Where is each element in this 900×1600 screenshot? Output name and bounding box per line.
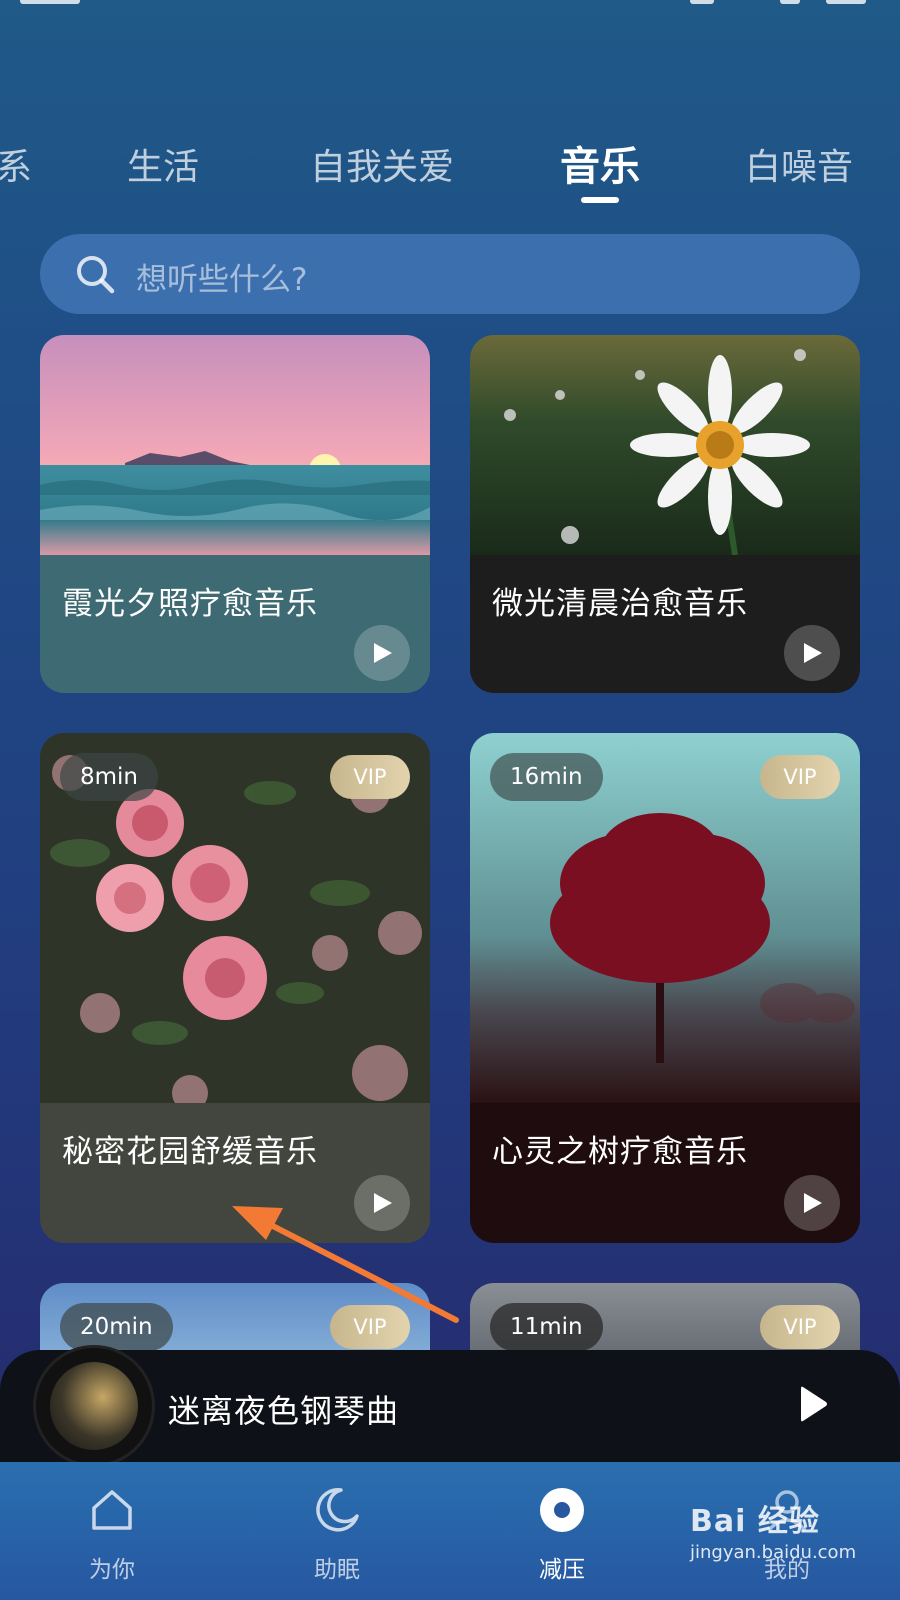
- play-icon: [804, 1193, 822, 1213]
- play-button[interactable]: [784, 625, 840, 681]
- moon-icon: [316, 1488, 359, 1532]
- clock-fragment: [20, 0, 80, 4]
- album-disc: [36, 1348, 152, 1464]
- tab-self-care[interactable]: 自我关爱: [310, 138, 454, 190]
- card-heart-tree-music[interactable]: 心灵之树疗愈音乐 16min VIP: [470, 733, 860, 1243]
- play-button[interactable]: [354, 625, 410, 681]
- play-icon: [374, 1193, 392, 1213]
- active-tab-indicator: [581, 197, 619, 203]
- mini-player[interactable]: 迷离夜色钢琴曲: [0, 1348, 900, 1464]
- duration-badge: 11min: [490, 1303, 603, 1351]
- card-info: 秘密花园舒缓音乐: [40, 1103, 430, 1243]
- baidu-watermark: Bai 经验 jingyan.baidu.com: [690, 1496, 856, 1563]
- tab-life[interactable]: 生活: [127, 138, 199, 190]
- search-icon: [77, 256, 115, 294]
- card-title: 秘密花园舒缓音乐: [62, 1134, 318, 1170]
- search-bar[interactable]: 想听些什么?: [40, 234, 860, 314]
- watermark-brand: Bai 经验: [690, 1504, 820, 1539]
- tab-relationship[interactable]: 系: [0, 138, 32, 190]
- daisy-image: [470, 335, 860, 555]
- card-info: 霞光夕照疗愈音乐: [40, 555, 430, 693]
- nav-item-for-you[interactable]: 为你: [52, 1484, 172, 1584]
- duration-badge: 16min: [490, 753, 603, 801]
- card-title: 心灵之树疗愈音乐: [492, 1134, 748, 1170]
- play-icon[interactable]: [798, 1386, 828, 1422]
- play-icon: [804, 643, 822, 663]
- play-button[interactable]: [784, 1175, 840, 1231]
- nav-label: 减压: [539, 1557, 585, 1583]
- sunset-ocean-image: [40, 335, 430, 555]
- album-art: [50, 1362, 138, 1450]
- card-info: 微光清晨治愈音乐: [470, 555, 860, 693]
- home-icon: [92, 1490, 132, 1530]
- record-icon: [540, 1488, 584, 1532]
- search-placeholder: 想听些什么?: [136, 262, 308, 298]
- play-icon: [374, 643, 392, 663]
- status-bar: [0, 0, 900, 8]
- nav-label: 助眠: [314, 1557, 360, 1583]
- wifi-icon: [780, 0, 800, 4]
- duration-badge: 20min: [60, 1303, 173, 1351]
- signal-icon: [690, 0, 714, 4]
- card-secret-garden-music[interactable]: 秘密花园舒缓音乐 8min VIP: [40, 733, 430, 1243]
- nav-item-relax[interactable]: 减压: [502, 1484, 622, 1584]
- duration-badge: 8min: [60, 753, 159, 801]
- tab-music[interactable]: 音乐: [560, 134, 640, 192]
- card-title: 微光清晨治愈音乐: [492, 586, 748, 622]
- tab-white-noise[interactable]: 白噪音: [745, 138, 853, 190]
- vip-badge: VIP: [760, 755, 840, 799]
- track-title: 迷离夜色钢琴曲: [168, 1392, 400, 1430]
- nav-item-sleep[interactable]: 助眠: [277, 1484, 397, 1584]
- vip-badge: VIP: [330, 755, 410, 799]
- card-morning-music[interactable]: 微光清晨治愈音乐: [470, 335, 860, 693]
- card-title: 霞光夕照疗愈音乐: [62, 586, 318, 622]
- play-button[interactable]: [354, 1175, 410, 1231]
- vip-badge: VIP: [330, 1305, 410, 1349]
- watermark-url: jingyan.baidu.com: [690, 1542, 857, 1563]
- category-tabs: 系 生活 自我关爱 音乐 白噪音: [0, 130, 900, 210]
- card-info: 心灵之树疗愈音乐: [470, 1103, 860, 1243]
- battery-icon: [826, 0, 866, 4]
- vip-badge: VIP: [760, 1305, 840, 1349]
- card-sunset-music[interactable]: 霞光夕照疗愈音乐: [40, 335, 430, 693]
- nav-label: 为你: [89, 1557, 135, 1583]
